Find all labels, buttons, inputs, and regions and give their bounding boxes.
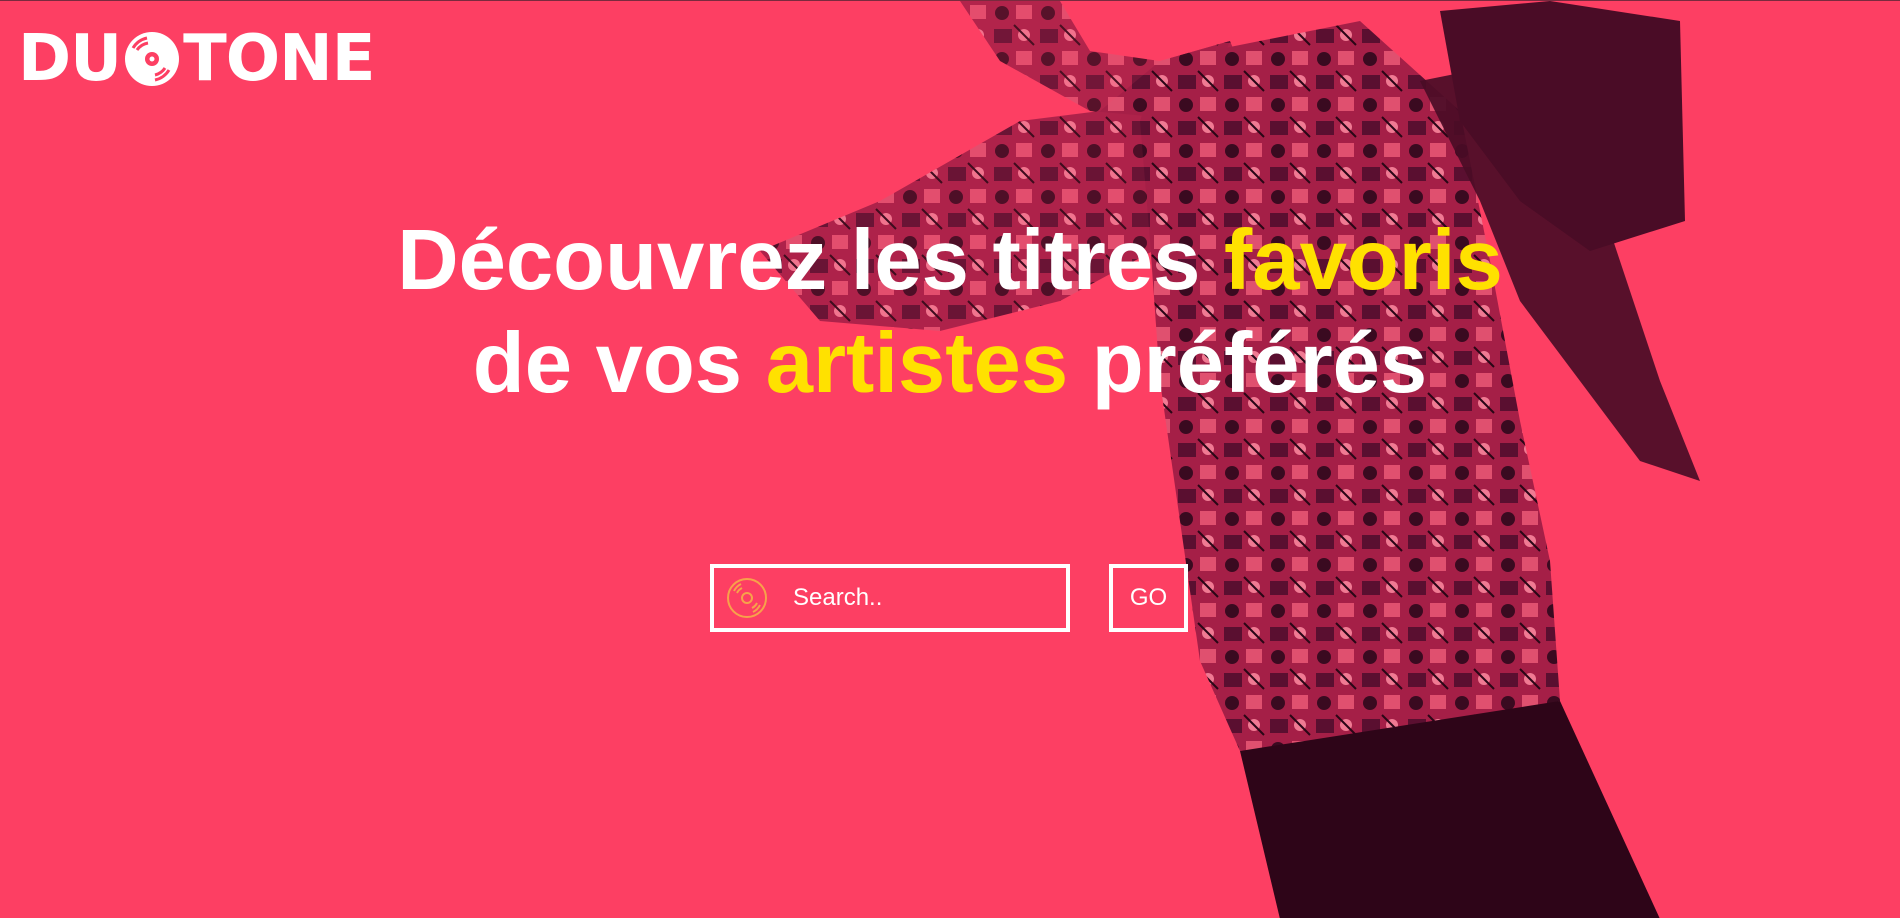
headline-line2-text-a: de vos: [472, 316, 766, 411]
search-box[interactable]: [710, 564, 1070, 632]
go-button[interactable]: GO: [1109, 564, 1188, 632]
headline-line1: Découvrez les titres favoris: [397, 213, 1503, 308]
vinyl-disc-icon: [727, 578, 767, 618]
headline-line2: de vos artistes préférés: [473, 316, 1427, 411]
landing-page: DU TONE Découvrez les titres favoris de …: [0, 0, 1900, 918]
brand-name-part2: TONE: [183, 22, 375, 96]
vinyl-disc-icon: [125, 32, 180, 86]
headline-line2-text-b: préférés: [1068, 316, 1428, 411]
dancer-hero-image: [760, 1, 1700, 918]
brand-logo[interactable]: DU TONE: [18, 22, 375, 96]
headline-line1-text: Découvrez les titres: [397, 213, 1224, 308]
headline-highlight-favoris: favoris: [1224, 213, 1503, 308]
search-input[interactable]: [791, 583, 1066, 613]
brand-name-part1: DU: [18, 22, 122, 96]
headline-highlight-artistes: artistes: [765, 316, 1069, 411]
hero-headline: Découvrez les titres favoris de vos arti…: [0, 209, 1900, 415]
